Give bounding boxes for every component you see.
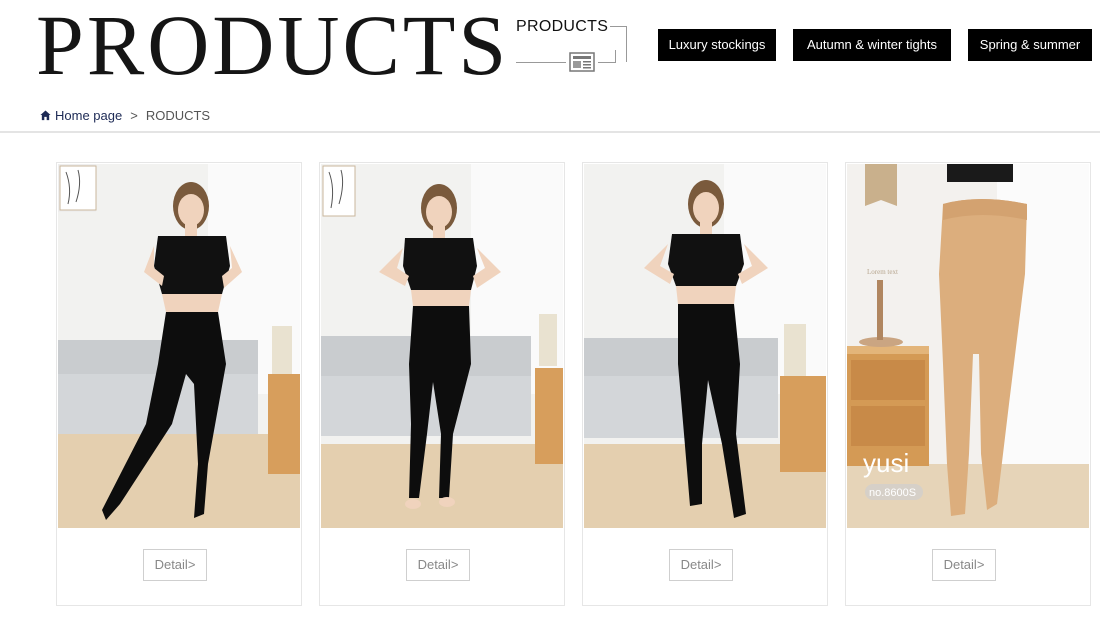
nav-autumn-winter-tights[interactable]: Autumn & winter tights bbox=[793, 29, 951, 61]
product-brand-label: yusi bbox=[863, 448, 909, 478]
nav-spring-summer[interactable]: Spring & summer bbox=[968, 29, 1092, 61]
home-icon bbox=[40, 110, 51, 121]
breadcrumb-current: RODUCTS bbox=[145, 108, 211, 123]
detail-button[interactable]: Detail> bbox=[143, 549, 207, 581]
product-photo[interactable] bbox=[321, 164, 563, 528]
product-card: Detail> bbox=[582, 162, 828, 606]
newspaper-icon bbox=[569, 52, 595, 72]
decor-line bbox=[626, 26, 627, 62]
product-model-label: no.8600S bbox=[869, 487, 916, 499]
detail-button[interactable]: Detail> bbox=[669, 549, 733, 581]
decor-line bbox=[610, 26, 626, 27]
product-card: Lorem text yusi no.8600S Detail> bbox=[845, 162, 1091, 606]
svg-text:Lorem text: Lorem text bbox=[867, 268, 898, 276]
product-card: Detail> bbox=[56, 162, 302, 606]
breadcrumb-separator: > bbox=[130, 108, 138, 123]
detail-button[interactable]: Detail> bbox=[932, 549, 996, 581]
page-title: PRODUCTS bbox=[36, 0, 510, 93]
decor-line bbox=[615, 50, 616, 62]
nav-luxury-stockings[interactable]: Luxury stockings bbox=[658, 29, 776, 61]
section-subtitle-block: PRODUCTS bbox=[512, 14, 632, 76]
section-subtitle: PRODUCTS bbox=[516, 18, 609, 35]
product-card: Detail> bbox=[319, 162, 565, 606]
product-photo[interactable]: Lorem text yusi no.8600S bbox=[847, 164, 1089, 528]
header-divider bbox=[0, 131, 1100, 133]
product-photo[interactable] bbox=[584, 164, 826, 528]
decor-line bbox=[516, 62, 566, 63]
breadcrumb-home-link[interactable]: Home page bbox=[55, 108, 122, 123]
decor-line bbox=[598, 62, 616, 63]
product-photo[interactable] bbox=[58, 164, 300, 528]
breadcrumb: Home page > RODUCTS bbox=[40, 108, 210, 123]
detail-button[interactable]: Detail> bbox=[406, 549, 470, 581]
